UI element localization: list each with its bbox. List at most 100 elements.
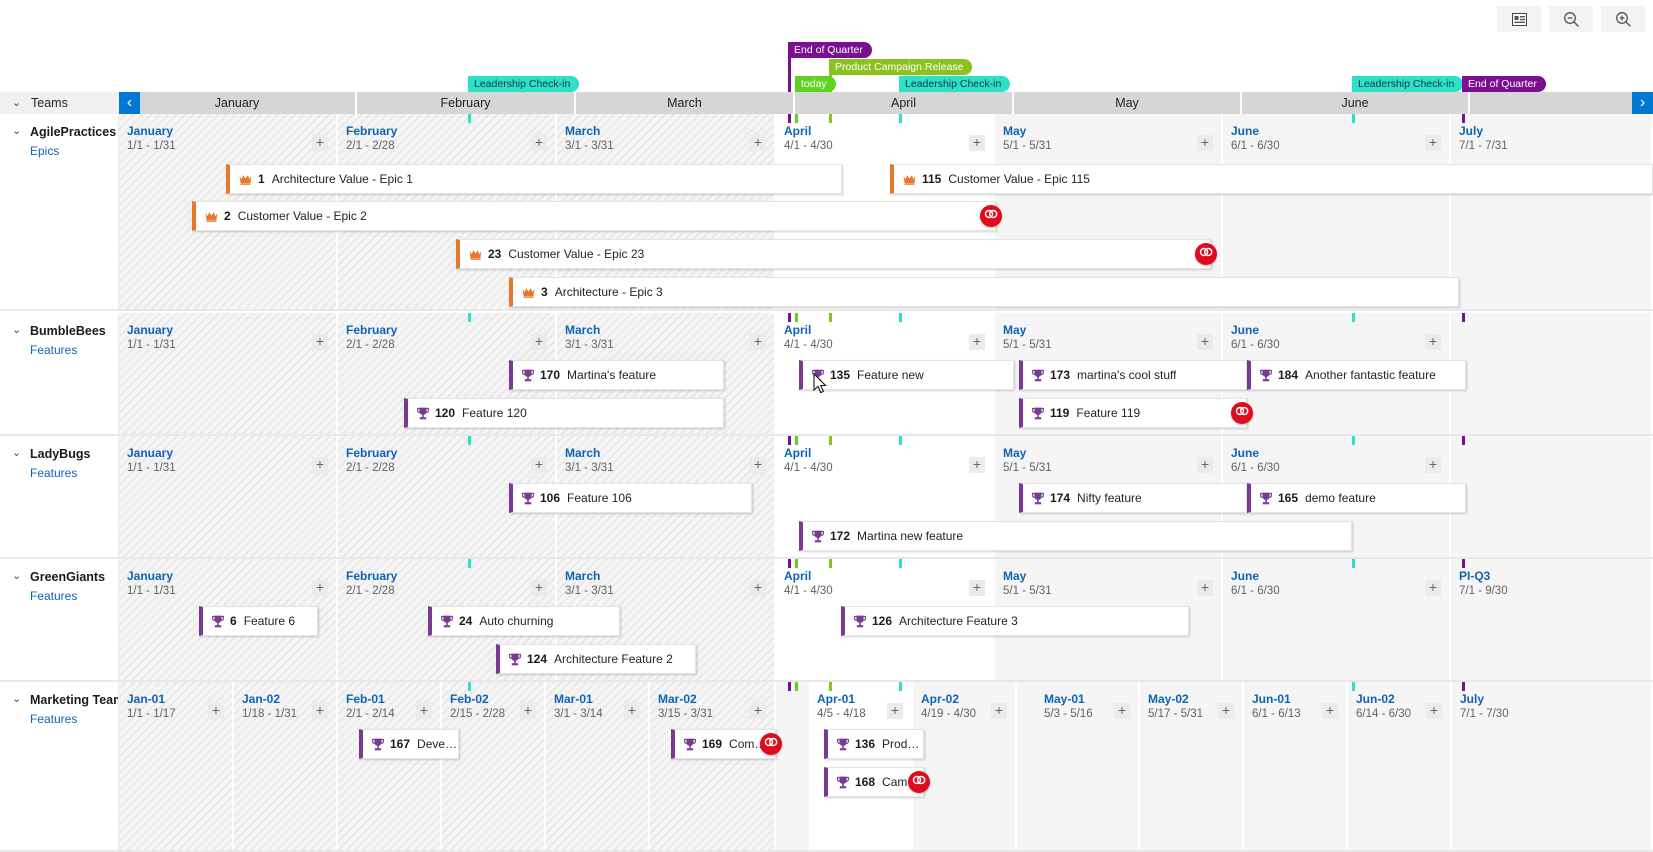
work-item-card[interactable]: 115 Customer Value - Epic 115 [890,164,1653,194]
work-item-card[interactable]: 119 Feature 119 [1019,398,1247,428]
sprint-name[interactable]: May [1003,124,1026,138]
team-backlog-level[interactable]: Features [30,589,118,603]
sprint-name[interactable]: April [784,124,811,138]
sprint-name[interactable]: PI-Q3 [1459,569,1490,583]
work-item-card[interactable]: 167 Develo... [359,729,459,759]
sprint-name[interactable]: January [127,446,173,460]
sprint-name[interactable]: June [1231,323,1259,337]
add-work-item-button[interactable]: + [531,334,547,350]
sprint-name[interactable]: Jun-01 [1252,692,1291,706]
sprint-name[interactable]: June [1231,446,1259,460]
add-work-item-button[interactable]: + [312,580,328,596]
sprint-name[interactable]: March [565,569,600,583]
sprint-name[interactable]: January [127,323,173,337]
milestone-flag[interactable]: Leadership Check-in [468,76,580,92]
add-work-item-button[interactable]: + [208,703,224,719]
dependency-link-badge[interactable] [980,205,1002,227]
sprint-name[interactable]: Apr-02 [921,692,959,706]
team-backlog-level[interactable]: Epics [30,144,118,158]
add-work-item-button[interactable]: + [1322,703,1338,719]
add-work-item-button[interactable]: + [969,457,985,473]
work-item-card[interactable]: 173 martina's cool stuff [1019,360,1247,390]
add-work-item-button[interactable]: + [1425,580,1441,596]
team-toggle[interactable]: ⌄ Marketing Team [12,693,118,707]
add-work-item-button[interactable]: + [312,334,328,350]
work-item-card[interactable]: 135 Feature new [799,360,1014,390]
sprint-name[interactable]: May-01 [1044,692,1085,706]
sprint-name[interactable]: March [565,124,600,138]
add-work-item-button[interactable]: + [1425,135,1441,151]
card-settings-button[interactable] [1497,6,1541,32]
sprint-name[interactable]: Jun-02 [1356,692,1395,706]
add-work-item-button[interactable]: + [1197,334,1213,350]
work-item-card[interactable]: 184 Another fantastic feature [1247,360,1466,390]
scroll-left-button[interactable]: ‹ [119,92,140,114]
add-work-item-button[interactable]: + [750,580,766,596]
sprint-name[interactable]: February [346,446,397,460]
add-work-item-button[interactable]: + [991,703,1007,719]
work-item-card[interactable]: 3 Architecture - Epic 3 [509,277,1459,307]
sprint-name[interactable]: April [784,323,811,337]
add-work-item-button[interactable]: + [1218,703,1234,719]
sprint-name[interactable]: March [565,446,600,460]
sprint-name[interactable]: Apr-01 [817,692,855,706]
work-item-card[interactable]: 24 Auto churning [428,606,620,636]
work-item-card[interactable]: 1 Architecture Value - Epic 1 [226,164,842,194]
add-work-item-button[interactable]: + [531,135,547,151]
add-work-item-button[interactable]: + [1426,703,1442,719]
milestone-flag[interactable]: Product Campaign Release [829,59,973,75]
add-work-item-button[interactable]: + [531,457,547,473]
add-work-item-button[interactable]: + [887,703,903,719]
work-item-card[interactable]: 172 Martina new feature [799,521,1352,551]
sprint-name[interactable]: April [784,569,811,583]
add-work-item-button[interactable]: + [1114,703,1130,719]
milestone-flag[interactable]: End of Quarter [1462,76,1546,92]
add-work-item-button[interactable]: + [312,135,328,151]
work-item-card[interactable]: 106 Feature 106 [509,483,752,513]
sprint-name[interactable]: Feb-01 [346,692,385,706]
work-item-card[interactable]: 23 Customer Value - Epic 23 [456,239,1211,269]
milestone-flag[interactable]: today [795,76,836,92]
sprint-name[interactable]: April [784,446,811,460]
team-backlog-level[interactable]: Features [30,466,118,480]
sprint-name[interactable]: January [127,124,173,138]
add-work-item-button[interactable]: + [1425,457,1441,473]
work-item-card[interactable]: 120 Feature 120 [404,398,724,428]
sprint-name[interactable]: May [1003,323,1026,337]
team-toggle[interactable]: ⌄ LadyBugs [12,447,118,461]
sprint-name[interactable]: March [565,323,600,337]
sprint-name[interactable]: May [1003,569,1026,583]
sprint-name[interactable]: Jan-01 [127,692,165,706]
add-work-item-button[interactable]: + [750,703,766,719]
dependency-link-badge[interactable] [908,771,930,793]
sprint-name[interactable]: February [346,124,397,138]
work-item-card[interactable]: 6 Feature 6 [199,606,318,636]
sprint-name[interactable]: Jan-02 [242,692,280,706]
team-toggle[interactable]: ⌄ GreenGiants [12,570,118,584]
add-work-item-button[interactable]: + [1197,135,1213,151]
milestone-flag[interactable]: End of Quarter [788,42,872,58]
work-item-card[interactable]: 174 Nifty feature [1019,483,1247,513]
milestone-flag[interactable]: Leadership Check-in [899,76,1011,92]
add-work-item-button[interactable]: + [1197,457,1213,473]
team-toggle[interactable]: ⌄ BumbleBees [12,324,118,338]
team-toggle[interactable]: ⌄ AgilePractices T... [12,125,118,139]
add-work-item-button[interactable]: + [1425,334,1441,350]
work-item-card[interactable]: 136 Produc... [824,729,924,759]
zoom-in-button[interactable] [1601,6,1645,32]
work-item-card[interactable]: 165 demo feature [1247,483,1466,513]
dependency-link-badge[interactable] [1231,402,1253,424]
sprint-name[interactable]: Mar-02 [658,692,697,706]
sprint-name[interactable]: June [1231,569,1259,583]
add-work-item-button[interactable]: + [750,457,766,473]
milestone-flag[interactable]: Leadership Check-in [1352,76,1464,92]
dependency-link-badge[interactable] [1195,243,1217,265]
add-work-item-button[interactable]: + [969,135,985,151]
sprint-name[interactable]: Feb-02 [450,692,489,706]
add-work-item-button[interactable]: + [312,457,328,473]
add-work-item-button[interactable]: + [750,135,766,151]
add-work-item-button[interactable]: + [312,703,328,719]
sprint-name[interactable]: May [1003,446,1026,460]
sprint-name[interactable]: January [127,569,173,583]
add-work-item-button[interactable]: + [624,703,640,719]
